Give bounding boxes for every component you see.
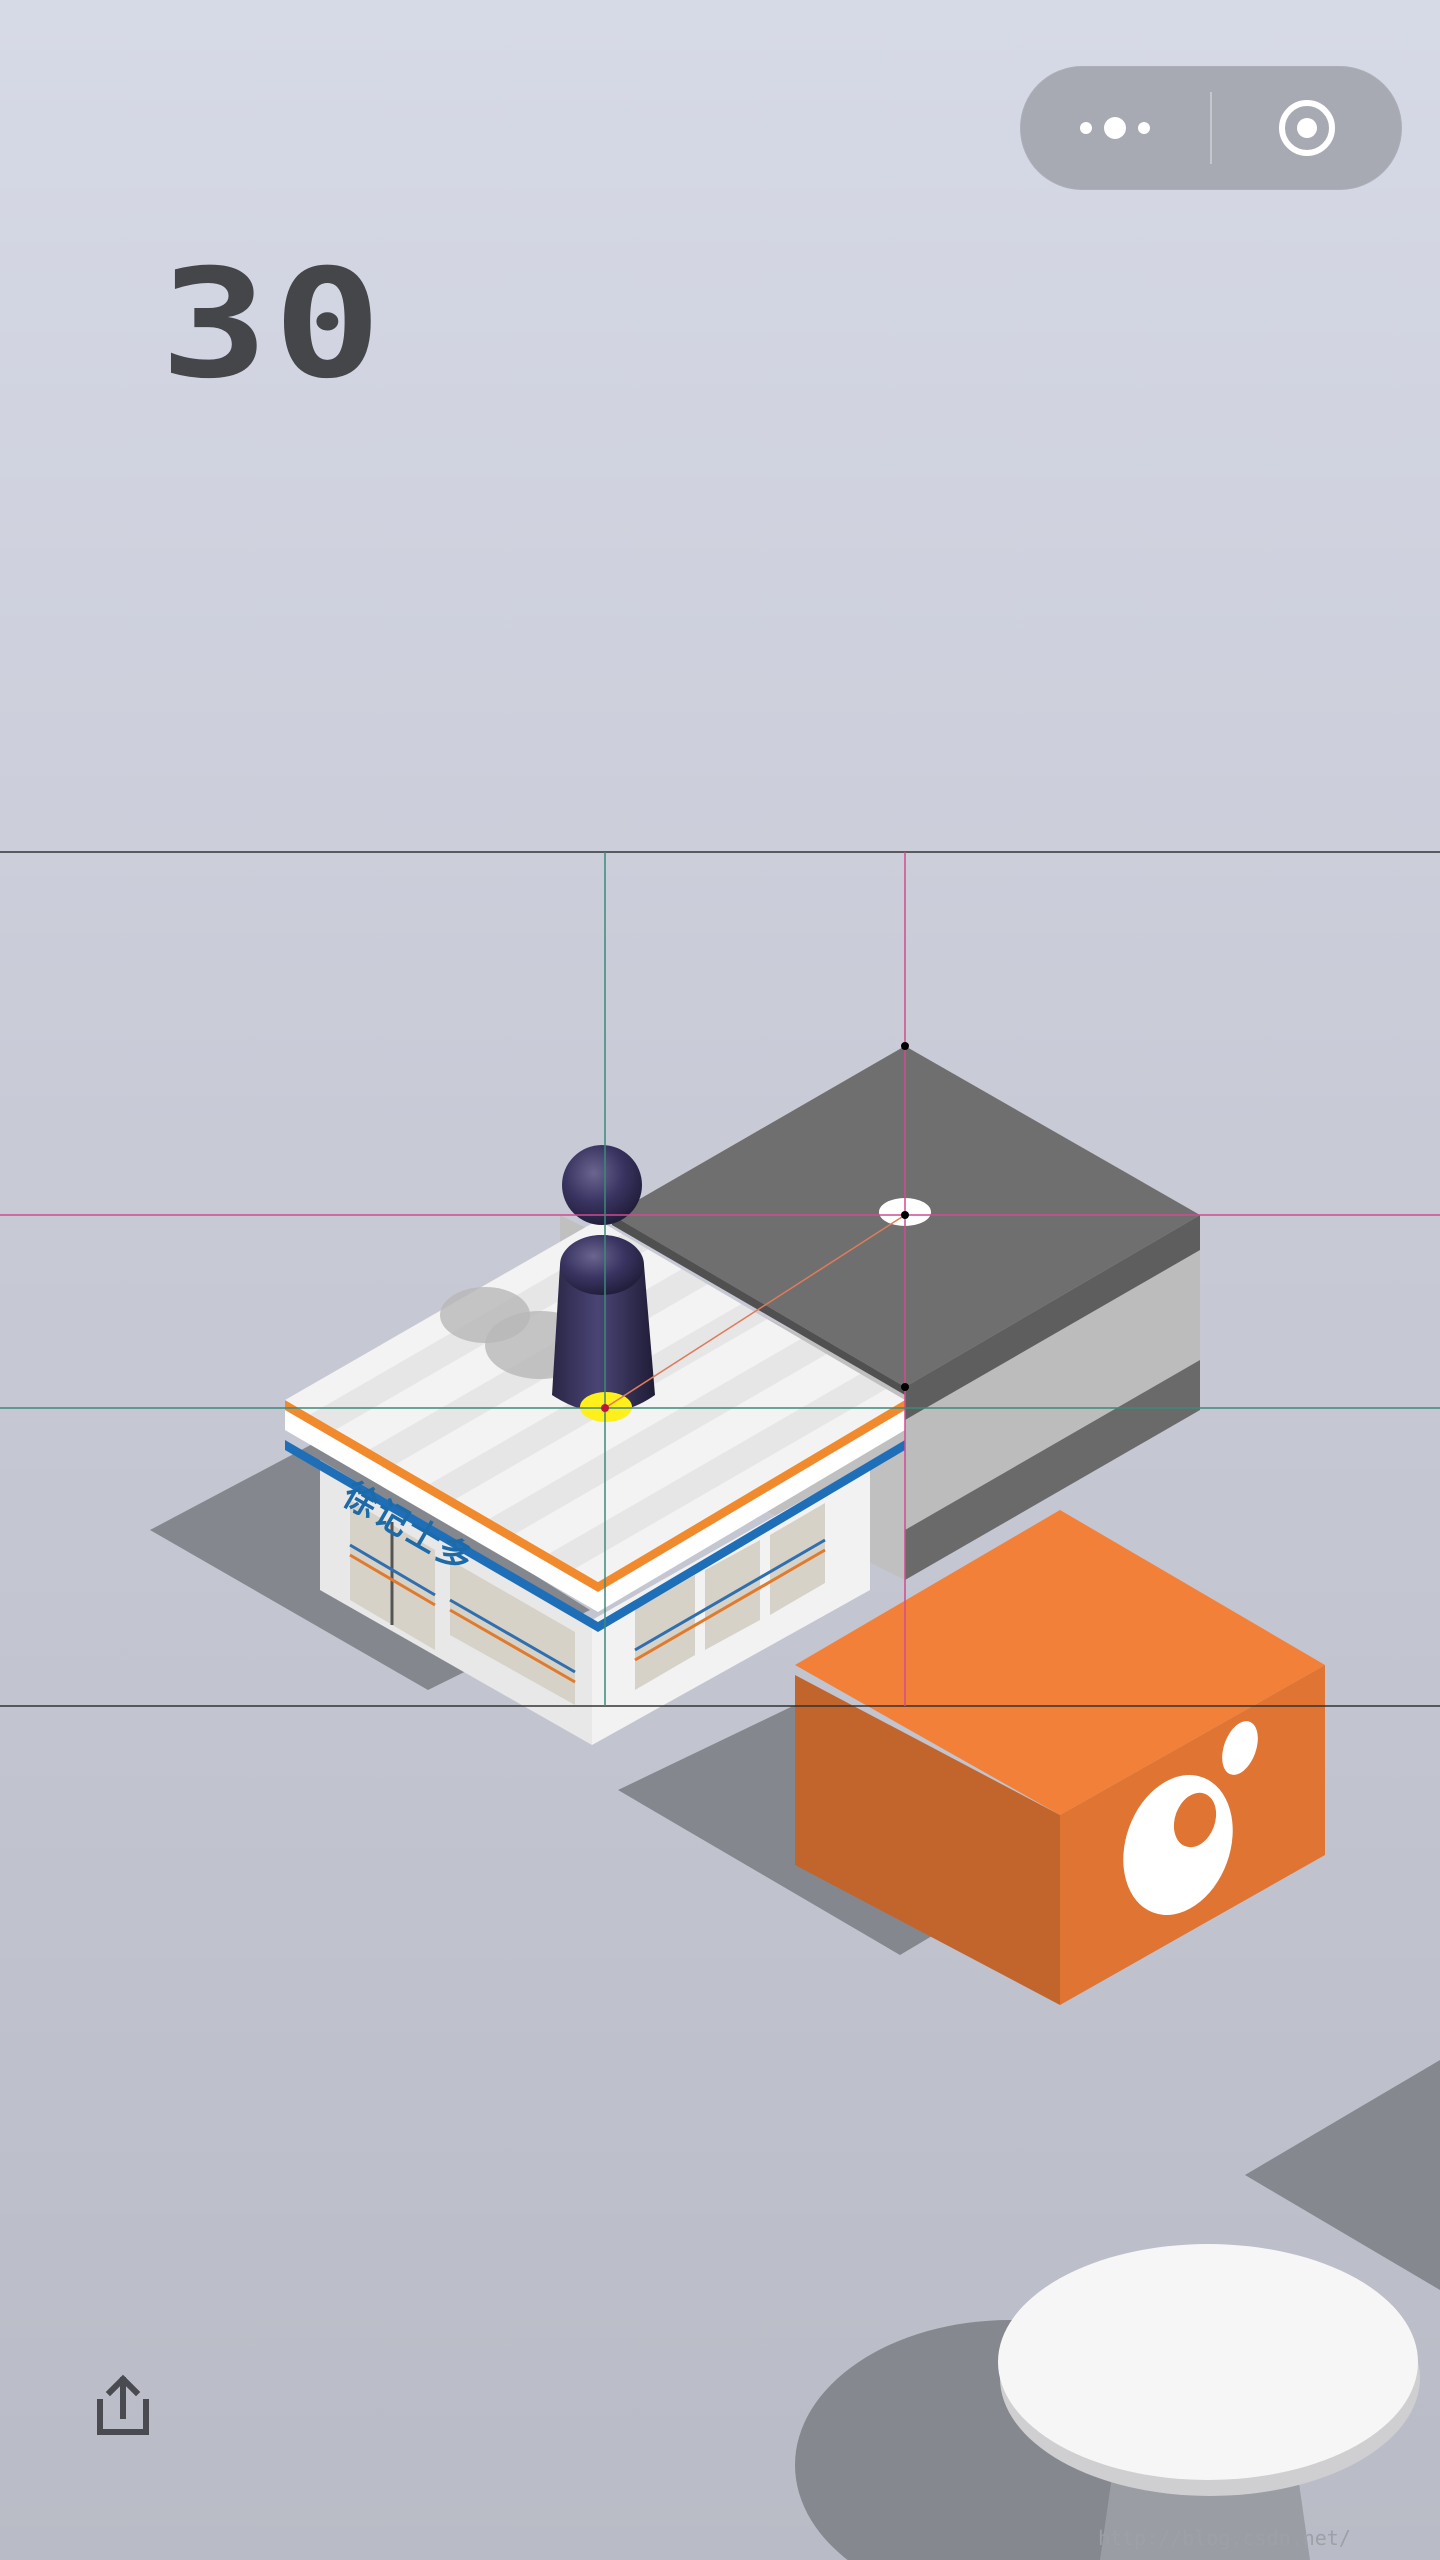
more-button[interactable]: [1020, 66, 1210, 190]
share-button[interactable]: [94, 2372, 152, 2438]
watermark: http://blog.csdn.net/: [1098, 2526, 1351, 2550]
target-close-icon: [1279, 100, 1335, 156]
share-upload-icon: [97, 2374, 149, 2435]
player-piece[interactable]: [552, 1145, 655, 1422]
more-dots-icon: [1080, 117, 1150, 139]
score-display: 30: [160, 238, 387, 412]
capsule-menu: [1020, 66, 1402, 190]
close-button[interactable]: [1212, 66, 1402, 190]
